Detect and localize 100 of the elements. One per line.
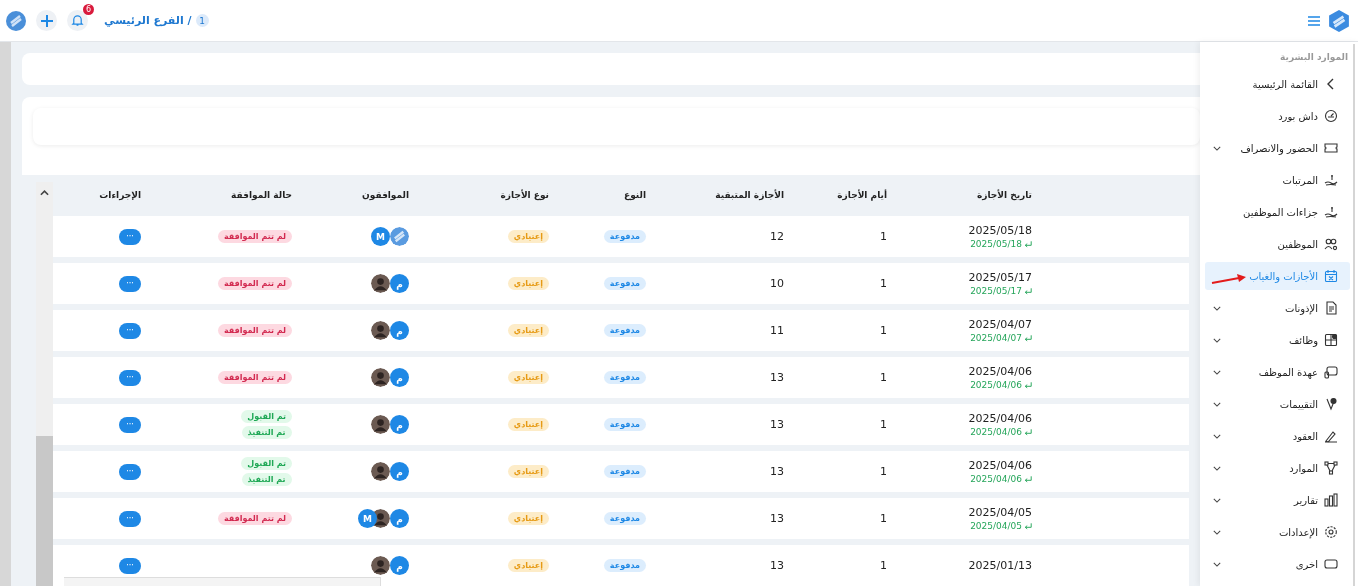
actions-button[interactable]: ···	[119, 228, 141, 245]
column-header: الإجراءات	[99, 190, 141, 200]
sidebar-item[interactable]: داش بورد	[1205, 102, 1350, 130]
sidebar-item-label: القائمة الرئيسية	[1252, 78, 1318, 90]
branch-number: 1	[195, 14, 209, 27]
return-arrow-icon	[1024, 522, 1032, 530]
hand-coin-icon	[1324, 173, 1338, 187]
sidebar-item-label: الموارد	[1289, 462, 1318, 474]
end-date: 2025/04/06	[970, 474, 1022, 484]
approval-status-tag: لم تتم الموافقة	[217, 371, 292, 384]
remaining-cell: 10	[770, 277, 784, 290]
sidebar-item[interactable]: الإذونات	[1205, 294, 1350, 322]
sidebar-item[interactable]: الموظفين	[1205, 230, 1350, 258]
remaining-cell: 13	[770, 512, 784, 525]
sidebar-item[interactable]: تقارير	[1205, 486, 1350, 514]
approval-status-tag: لم تتم الموافقة	[217, 512, 292, 525]
sidebar-item[interactable]: المرتبات	[1205, 166, 1350, 194]
sidebar-item[interactable]: وظائف	[1205, 326, 1350, 354]
actions-button[interactable]: ···	[119, 463, 141, 480]
chevron-down-icon	[1213, 433, 1221, 439]
sidebar-item[interactable]: جزاءات الموظفين	[1205, 198, 1350, 226]
hand-coin-icon	[1324, 205, 1338, 219]
sidebar-item[interactable]: القائمة الرئيسية	[1205, 70, 1350, 98]
remaining-cell: 11	[770, 324, 784, 337]
days-cell: 1	[880, 230, 887, 243]
return-arrow-icon	[1024, 381, 1032, 389]
start-date: 2025/04/06	[968, 412, 1032, 425]
return-arrow-icon	[1024, 334, 1032, 342]
leave-type-tag: إعتيادي	[507, 371, 549, 384]
badge-check-icon	[1324, 397, 1338, 411]
chevron-down-icon	[1213, 145, 1221, 151]
sidebar-item-label: المرتبات	[1282, 174, 1318, 186]
remaining-cell: 13	[770, 371, 784, 384]
chevron-down-icon	[1213, 497, 1221, 503]
leave-type-tag: إعتيادي	[507, 465, 549, 478]
logo-avatar-icon	[390, 227, 409, 246]
notification-count: 6	[83, 4, 94, 15]
logo-icon[interactable]	[1328, 9, 1350, 32]
avatar: م	[390, 509, 409, 528]
start-date: 2025/05/18	[968, 224, 1032, 237]
days-cell: 1	[880, 559, 887, 572]
device-icon	[1324, 365, 1338, 379]
actions-button[interactable]: ···	[119, 275, 141, 292]
column-header: أيام الأجازة	[837, 190, 887, 200]
actions-button[interactable]: ···	[119, 510, 141, 527]
sidebar-item-label: الموظفين	[1277, 238, 1318, 250]
menu-icon[interactable]	[1308, 15, 1320, 26]
actions-button[interactable]: ···	[119, 557, 141, 574]
actions-button[interactable]: ···	[119, 416, 141, 433]
sidebar-item-label: التقييمات	[1279, 398, 1318, 410]
end-date: 2025/04/06	[970, 380, 1022, 390]
type-tag: مدفوعة	[603, 324, 646, 337]
sidebar-item[interactable]: الحضور والانصراف	[1205, 134, 1350, 162]
rectangle-icon	[1324, 557, 1338, 571]
type-tag: مدفوعة	[603, 277, 646, 290]
avatar: م	[390, 321, 409, 340]
sidebar-item-label: عهدة الموظف	[1258, 366, 1318, 378]
ticket-icon	[1324, 141, 1338, 155]
chevron-down-icon	[1213, 305, 1221, 311]
end-date: 2025/04/06	[970, 427, 1022, 437]
add-button[interactable]	[36, 10, 57, 31]
days-cell: 1	[880, 465, 887, 478]
horizontal-scrollbar[interactable]	[64, 577, 381, 586]
type-tag: مدفوعة	[603, 371, 646, 384]
days-cell: 1	[880, 418, 887, 431]
remaining-cell: 12	[770, 230, 784, 243]
sidebar-item[interactable]: عهدة الموظف	[1205, 358, 1350, 386]
sidebar-item[interactable]: اخرى	[1205, 550, 1350, 578]
logo-icon[interactable]	[6, 10, 26, 31]
actions-button[interactable]: ···	[119, 369, 141, 386]
sidebar-item[interactable]: الإعدادات	[1205, 518, 1350, 546]
sidebar-item-label: داش بورد	[1278, 110, 1318, 122]
branch-breadcrumb[interactable]: الفرع الرئيسي /	[104, 14, 192, 27]
sidebar-item[interactable]: العقود	[1205, 422, 1350, 450]
column-header: النوع	[624, 190, 646, 200]
sidebar-item[interactable]: الموارد	[1205, 454, 1350, 482]
approval-status-tag: تم التنفيذ	[241, 473, 292, 486]
document-icon	[1324, 301, 1338, 315]
approval-status-tag: لم تتم الموافقة	[217, 324, 292, 337]
leave-type-tag: إعتيادي	[507, 324, 549, 337]
sidebar-item[interactable]: التقييمات	[1205, 390, 1350, 418]
table-scrollbar[interactable]	[36, 182, 53, 586]
remaining-cell: 13	[770, 418, 784, 431]
avatar: م	[390, 415, 409, 434]
scrollbar[interactable]	[0, 42, 11, 586]
column-header: نوع الأجازة	[500, 190, 549, 200]
leave-type-tag: إعتيادي	[507, 559, 549, 572]
notifications-button[interactable]	[67, 10, 88, 31]
start-date: 2025/04/05	[968, 506, 1032, 519]
sidebar-item-label: اخرى	[1295, 558, 1318, 570]
actions-button[interactable]: ···	[119, 322, 141, 339]
start-date: 2025/04/07	[968, 318, 1032, 331]
sidebar-item-label: وظائف	[1289, 334, 1318, 346]
caret-up-icon[interactable]	[40, 190, 49, 196]
chevron-down-icon	[1213, 561, 1221, 567]
chevron-down-icon	[1213, 401, 1221, 407]
return-arrow-icon	[1024, 475, 1032, 483]
days-cell: 1	[880, 277, 887, 290]
user-avatar	[371, 321, 390, 340]
return-arrow-icon	[1024, 287, 1032, 295]
